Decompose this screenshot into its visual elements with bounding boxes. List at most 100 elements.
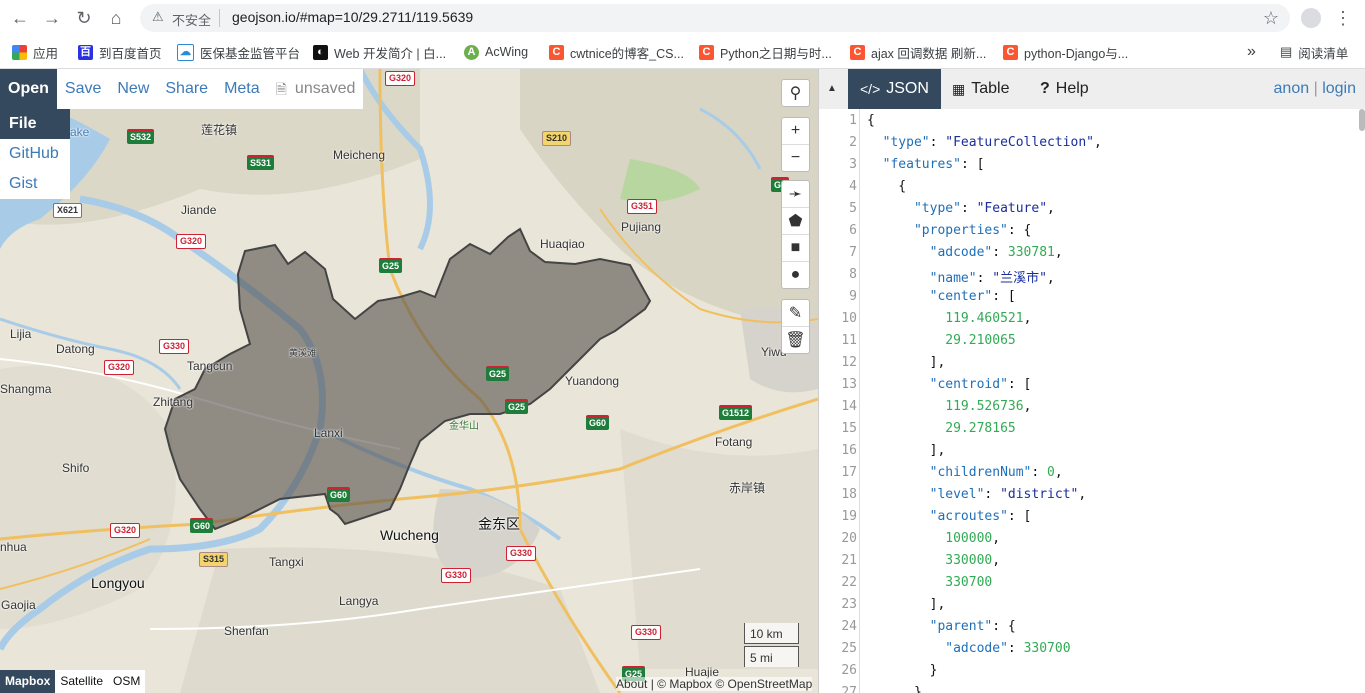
bookmark-mdn[interactable]: ◐ Web 开发简介 | 白... (313, 42, 446, 62)
trash-icon[interactable]: 🗑 (782, 327, 809, 353)
layer-mapbox[interactable]: Mapbox (0, 670, 56, 693)
help-icon: ? (1040, 80, 1050, 97)
tab-json[interactable]: </> JSON (848, 69, 941, 109)
zoom-in-button[interactable]: + (782, 118, 809, 145)
edit-icon[interactable]: ✎ (782, 300, 809, 327)
back-icon[interactable]: ← (8, 6, 32, 30)
line-number: 10 (841, 311, 857, 326)
menu-icon[interactable]: ⋮ (1331, 6, 1355, 30)
map-canvas[interactable]: 莲花镇 Meicheng Jiande Huaqiao Pujiang Liji… (0, 69, 818, 693)
draw-marker-icon[interactable]: ● (782, 262, 809, 288)
map-toolbar: Open Save New Share Meta 🗎 unsaved (0, 69, 364, 109)
mdn-icon: ◐ (313, 44, 328, 60)
map-label: Longyou (91, 575, 145, 591)
bookmark-acwing[interactable]: A AcWing (464, 42, 528, 62)
draw-polygon-icon[interactable]: ⬟ (782, 208, 809, 235)
login-link[interactable]: login (1322, 80, 1356, 97)
new-button[interactable]: New (109, 69, 157, 109)
zoom-out-button[interactable]: − (782, 145, 809, 171)
code-line: } (867, 685, 922, 693)
code-line: "childrenNum": 0, (929, 465, 1063, 480)
bookmarks-more-button[interactable]: » (1247, 42, 1256, 62)
line-number: 27 (841, 685, 857, 693)
bookmark-csdn-3[interactable]: C ajax 回调数据 刷新... (850, 42, 986, 62)
open-dropdown: File GitHub Gist (0, 109, 70, 199)
road-shield: S210 (542, 131, 572, 146)
bookmark-csdn-2[interactable]: C Python之日期与时... (699, 42, 832, 62)
json-editor[interactable]: 1 2 3 4 5 6 7 8 9 10 11 12 13 14 15 16 17 18 19 20 21 22 23 24 2… (819, 109, 1365, 693)
open-github-item[interactable]: GitHub (0, 139, 70, 169)
warning-icon[interactable]: ⚠ (152, 9, 164, 25)
line-number: 15 (841, 421, 857, 436)
road-shield: G330 (159, 339, 190, 354)
profile-icon[interactable] (1299, 6, 1323, 30)
code-line: "adcode": 330700 (945, 641, 1071, 656)
bookmark-apps[interactable]: 应用 (12, 42, 58, 62)
open-file-item[interactable]: File (0, 109, 70, 139)
auth-links: anon | login (1274, 69, 1356, 109)
scale-km: 10 km (744, 623, 799, 644)
collapse-icon[interactable]: ▲ (827, 83, 837, 94)
file-icon: 🗎 (275, 81, 287, 97)
share-button[interactable]: Share (157, 69, 216, 109)
map-label: Jiande (181, 203, 217, 217)
bookmark-yibao[interactable]: ☁ 医保基金监管平台 (177, 42, 300, 62)
line-number: 14 (841, 399, 857, 414)
draw-rectangle-icon[interactable]: ■ (782, 235, 809, 262)
home-icon[interactable]: ⌂ (104, 6, 128, 30)
forward-icon[interactable]: → (40, 6, 64, 30)
layer-osm[interactable]: OSM (108, 670, 145, 693)
draw-control: ➛ ⬟ ■ ● (781, 180, 810, 289)
insecure-label[interactable]: 不安全 (172, 10, 211, 29)
layer-satellite[interactable]: Satellite (55, 670, 108, 693)
tab-help[interactable]: ? Help (1028, 69, 1101, 109)
line-number: 6 (849, 223, 857, 238)
bookmark-csdn-1[interactable]: C cwtnice的博客_CS... (549, 42, 684, 62)
reading-list-button[interactable]: ▤ 阅读清单 (1280, 42, 1348, 62)
line-number: 16 (841, 443, 857, 458)
map-attribution[interactable]: About | © Mapbox © OpenStreetMap (616, 677, 813, 691)
map-label: Zhitang (153, 395, 194, 409)
browser-toolbar: ← → ↻ ⌂ ⚠ 不安全 geojson.io/#map=10/29.2711… (0, 0, 1365, 36)
reading-list-label: 阅读清单 (1298, 46, 1349, 61)
map-label: Lijia (10, 327, 32, 341)
code-line: 119.526736, (945, 399, 1032, 414)
map-label: ake (70, 125, 90, 139)
reload-icon[interactable]: ↻ (72, 6, 96, 30)
bookmark-baidu[interactable]: 百 到百度首页 (78, 42, 162, 62)
line-number: 17 (841, 465, 857, 480)
road-shield: G60 (586, 415, 610, 430)
line-number: 9 (849, 289, 857, 304)
open-button[interactable]: Open (0, 69, 57, 109)
code-line: 119.460521, (945, 311, 1032, 326)
editor-scrollbar[interactable] (1359, 109, 1365, 131)
csdn-icon: C (549, 44, 564, 60)
save-button[interactable]: Save (57, 69, 109, 109)
anon-link[interactable]: anon (1274, 80, 1310, 97)
road-shield: G25 (379, 258, 403, 273)
code-line: 29.210065 (945, 333, 1016, 348)
tab-table[interactable]: ▦ Table (940, 69, 1021, 109)
road-shield: G320 (110, 523, 141, 538)
code-line: "center": [ (929, 289, 1016, 304)
map-label: 黄溪滩 (289, 348, 317, 358)
search-icon[interactable]: ⚲ (782, 80, 809, 106)
meta-button[interactable]: Meta (216, 69, 268, 109)
tab-label: Table (971, 80, 1010, 97)
bookmark-label: python-Django与... (1024, 46, 1129, 61)
map-label: Shenfan (224, 624, 269, 638)
tab-label: Help (1055, 80, 1089, 97)
zoom-control: + − (781, 117, 810, 172)
code-line: "adcode": 330781, (929, 245, 1063, 260)
road-shield: G25 (505, 399, 529, 414)
line-number: 7 (849, 245, 857, 260)
star-icon[interactable]: ☆ (1259, 6, 1283, 30)
bookmark-label: 到百度首页 (99, 46, 162, 61)
draw-line-icon[interactable]: ➛ (782, 181, 809, 208)
line-number: 11 (841, 333, 857, 348)
code-line: { (867, 113, 875, 128)
road-shield: G320 (104, 360, 135, 375)
open-gist-item[interactable]: Gist (0, 169, 70, 199)
bookmark-csdn-4[interactable]: C python-Django与... (1003, 42, 1128, 62)
url-text[interactable]: geojson.io/#map=10/29.2711/119.5639 (232, 9, 473, 25)
